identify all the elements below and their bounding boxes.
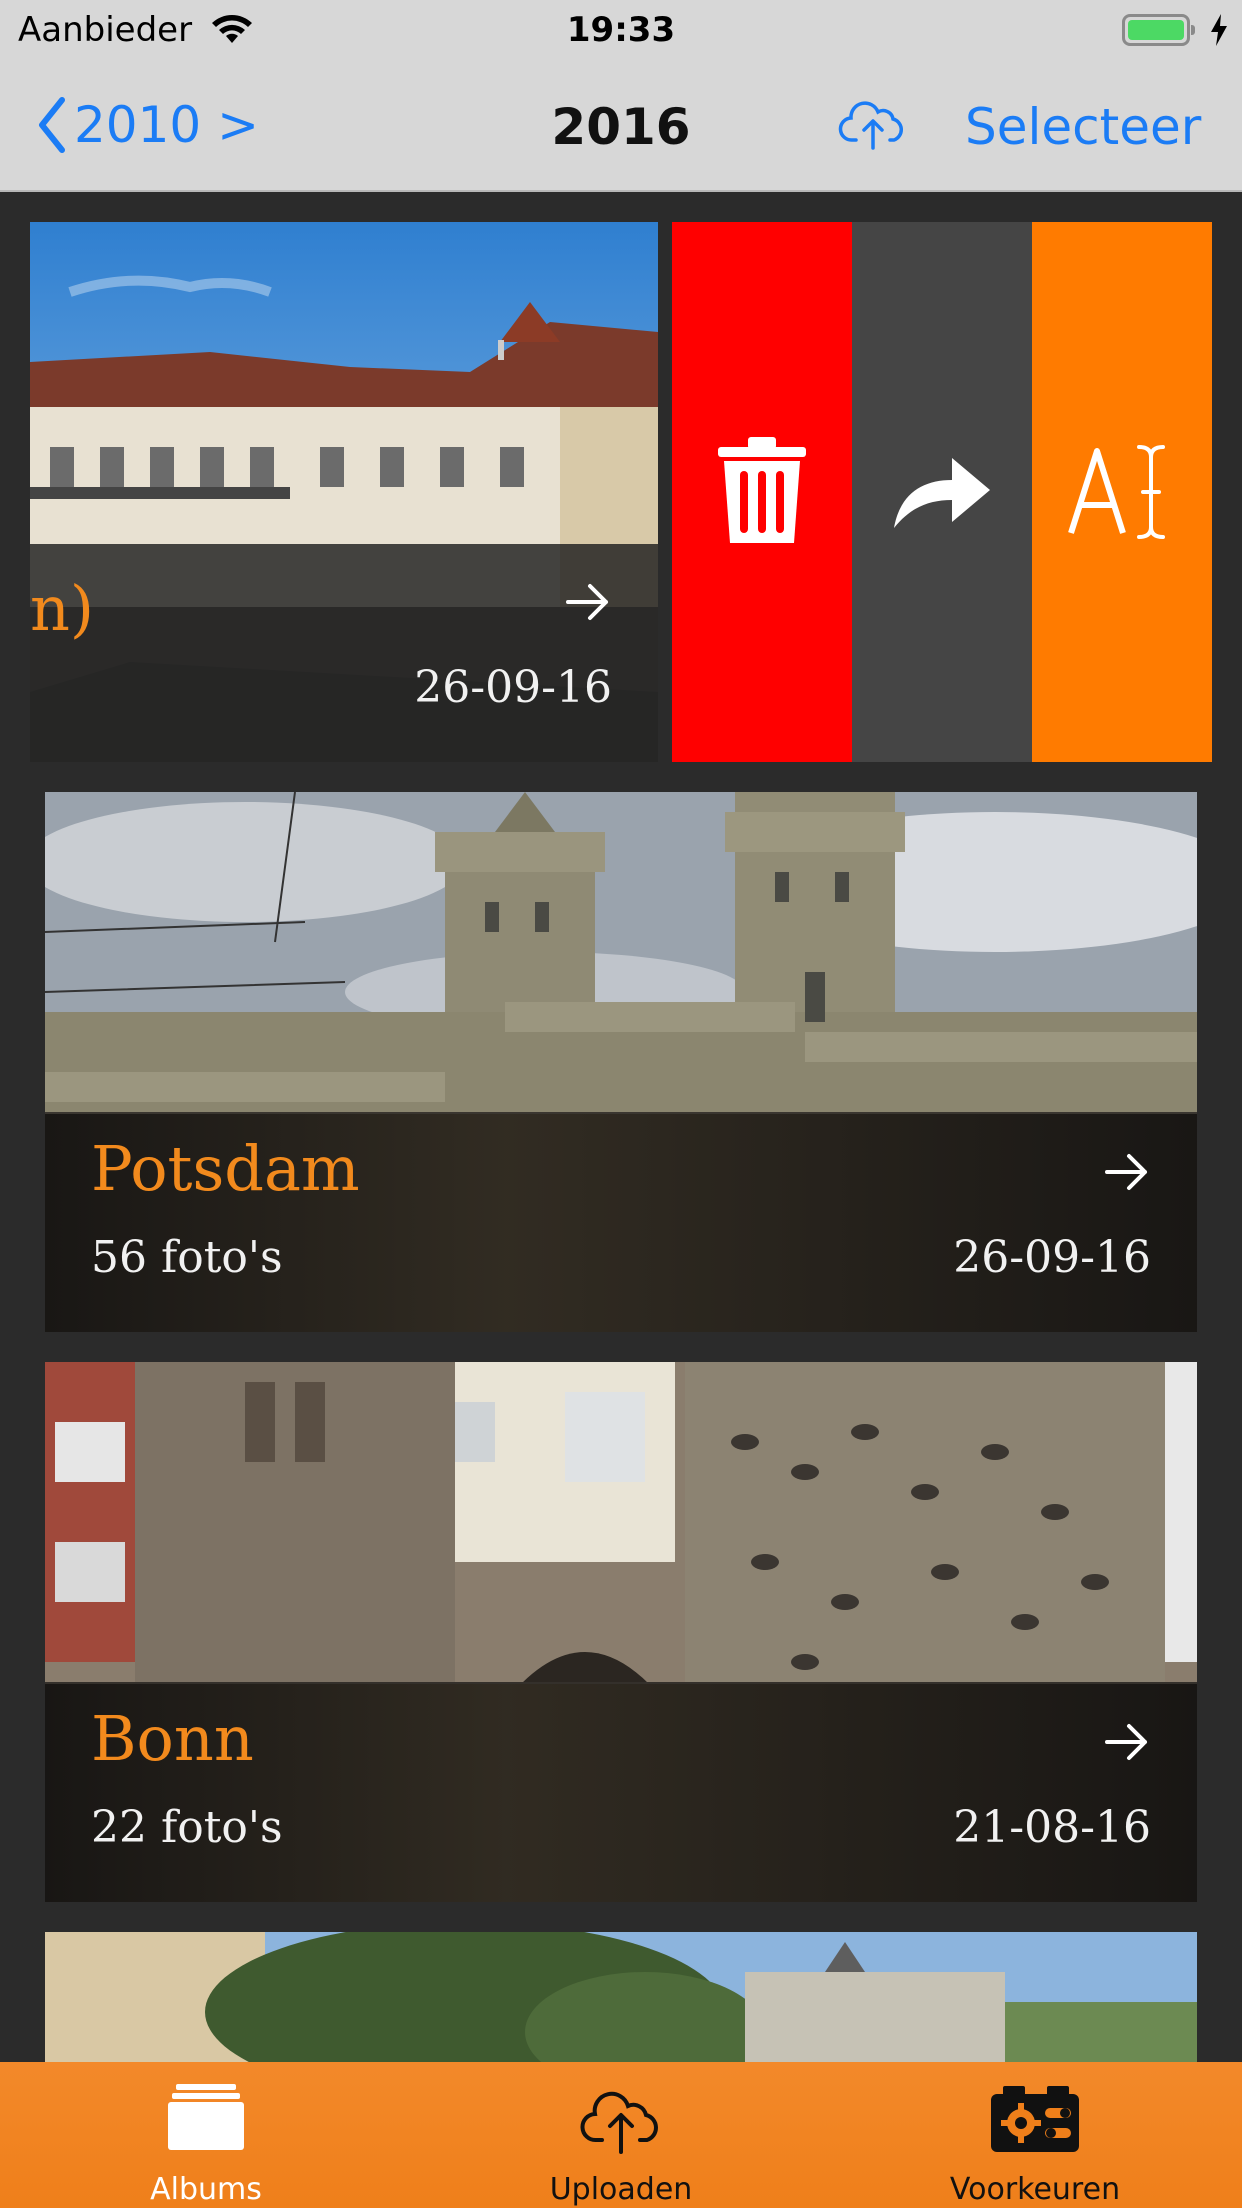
album-card-swiped[interactable]: n) 26-09-16 [30, 222, 658, 762]
tab-label: Voorkeuren [949, 2172, 1121, 2207]
album-info-overlay: n) 26-09-16 [30, 544, 658, 762]
select-button[interactable]: Selecteer [965, 98, 1201, 156]
cloud-upload-icon [471, 2084, 771, 2154]
share-button[interactable] [852, 222, 1032, 762]
clock: 19:33 [566, 10, 676, 50]
battery-icon [1122, 14, 1195, 46]
albums-icon [56, 2084, 356, 2150]
rename-icon [1068, 445, 1165, 539]
rename-button[interactable] [1032, 222, 1212, 762]
album-photo [45, 1932, 1197, 2062]
tab-bar: Albums Uploaden Voorkeuren [0, 2062, 1242, 2208]
settings-camera-icon [885, 2084, 1185, 2154]
tab-label: Albums [150, 2172, 262, 2207]
album-date: 26-09-16 [953, 1232, 1151, 1283]
delete-button[interactable] [672, 222, 852, 762]
share-arrow-icon [894, 458, 990, 528]
album-list: n) 26-09-16 Potsdam 56 foto's 26-09-16 B… [0, 192, 1242, 2062]
cloud-upload-icon [838, 101, 903, 150]
album-title: Bonn [91, 1702, 254, 1775]
status-bar: Aanbieder 19:33 [0, 0, 1242, 62]
arrow-right-icon [1105, 1152, 1149, 1196]
cloud-upload-button[interactable] [838, 96, 908, 158]
album-title: Potsdam [91, 1132, 360, 1205]
arrow-right-icon [566, 582, 610, 626]
tab-albums[interactable]: Albums [56, 2062, 356, 2208]
tab-voorkeuren[interactable]: Voorkeuren [885, 2062, 1185, 2208]
arrow-right-icon [1105, 1722, 1149, 1766]
tab-uploaden[interactable]: Uploaden [471, 2062, 771, 2208]
trash-icon [718, 437, 806, 543]
album-card-potsdam[interactable]: Potsdam 56 foto's 26-09-16 [45, 792, 1197, 1332]
tab-label: Uploaden [549, 2172, 693, 2207]
navigation-bar: 2010 > 2016 Selecteer [0, 62, 1242, 192]
album-date: 21-08-16 [953, 1802, 1151, 1853]
album-card-bonn[interactable]: Bonn 22 foto's 21-08-16 [45, 1362, 1197, 1902]
album-info-overlay: Bonn 22 foto's 21-08-16 [45, 1684, 1197, 1902]
album-photo-count: 22 foto's [91, 1802, 283, 1853]
swipe-actions [672, 222, 1212, 762]
album-info-overlay: Potsdam 56 foto's 26-09-16 [45, 1114, 1197, 1332]
album-title: n) [30, 572, 95, 645]
charging-icon [1208, 12, 1230, 52]
album-date: 26-09-16 [414, 662, 612, 713]
album-card-partial[interactable] [45, 1932, 1197, 2062]
album-photo-count: 56 foto's [91, 1232, 283, 1283]
